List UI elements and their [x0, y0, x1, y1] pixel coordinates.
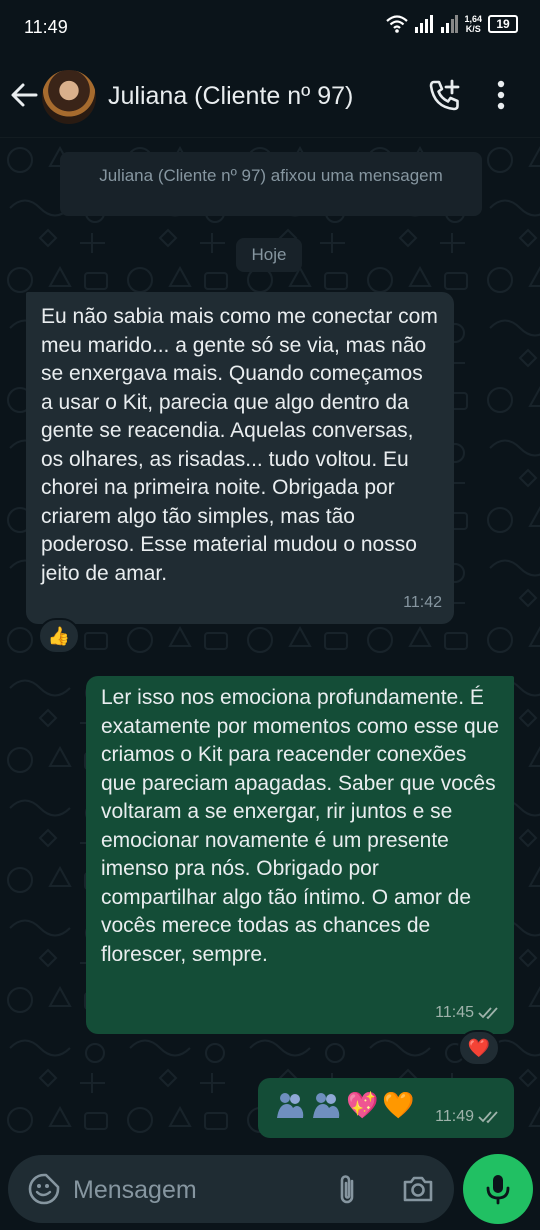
message-time: 11:49: [435, 1107, 474, 1125]
pinned-system-message: Juliana (Cliente nº 97) afixou uma mensa…: [60, 152, 482, 216]
heart-icon: ❤️: [467, 1037, 491, 1058]
thumbs-up-icon: 👍: [47, 625, 71, 646]
vertical-dots-icon: [497, 80, 505, 110]
status-time: 11:49: [24, 17, 68, 37]
more-options-button[interactable]: [496, 80, 506, 115]
paperclip-icon: [340, 1175, 354, 1204]
battery-indicator: 19: [488, 15, 518, 33]
add-call-button[interactable]: [428, 78, 462, 117]
date-chip: Hoje: [236, 238, 302, 272]
composer-bar: Mensagem: [0, 1152, 540, 1230]
emoji-button[interactable]: [28, 1173, 60, 1210]
voice-message-button[interactable]: [463, 1154, 533, 1224]
outgoing-message[interactable]: Ler isso nos emociona profundamente. É e…: [86, 676, 514, 1034]
outgoing-emoji-message[interactable]: 💖 🧡 11:49: [258, 1078, 514, 1138]
message-text: Ler isso nos emociona profundamente. É e…: [101, 686, 500, 966]
speed-unit: K/S: [465, 24, 481, 34]
message-text: Eu não sabia mais como me conectar com m…: [41, 305, 438, 585]
reaction-badge[interactable]: ❤️: [458, 1030, 500, 1066]
chat-header: Juliana (Cliente nº 97): [0, 56, 540, 138]
orange-heart-icon: 🧡: [382, 1089, 415, 1120]
network-speed: 1,64 K/S: [464, 14, 482, 34]
contact-name[interactable]: Juliana (Cliente nº 97): [108, 82, 353, 111]
signal-icon-2: [441, 15, 459, 33]
avatar[interactable]: [42, 70, 96, 124]
sparkling-heart-icon: 💖: [346, 1089, 379, 1120]
double-check-icon: [478, 1111, 498, 1124]
message-time: 11:45: [435, 1003, 474, 1021]
speed-value: 1,64: [464, 14, 482, 24]
signal-icon: [415, 15, 434, 33]
camera-button[interactable]: [402, 1175, 434, 1208]
message-meta: 11:42: [403, 589, 442, 618]
attach-button[interactable]: [334, 1173, 362, 1212]
sticker-smiley-icon: [28, 1173, 60, 1205]
chat-area[interactable]: Juliana (Cliente nº 97) afixou uma mensa…: [0, 138, 540, 1152]
message-meta: 11:45: [435, 999, 502, 1028]
wifi-icon: [386, 15, 409, 33]
message-input[interactable]: Mensagem: [8, 1155, 454, 1223]
arrow-left-icon: [11, 83, 38, 107]
double-check-icon: [478, 1007, 498, 1020]
reaction-badge[interactable]: 👍: [38, 618, 80, 654]
back-button[interactable]: [10, 82, 38, 113]
message-placeholder: Mensagem: [73, 1176, 197, 1204]
message-meta: 11:49: [435, 1103, 502, 1132]
microphone-icon: [486, 1175, 510, 1205]
people-hugging-icon: [277, 1093, 304, 1118]
status-icons: 1,64 K/S 19: [386, 14, 518, 34]
people-hugging-icon: [313, 1093, 340, 1118]
status-bar: 11:49 1,64 K/S 19: [0, 0, 540, 56]
incoming-message[interactable]: Eu não sabia mais como me conectar com m…: [26, 292, 454, 624]
phone-plus-icon: [429, 79, 460, 111]
message-time: 11:42: [403, 593, 442, 611]
camera-icon: [403, 1176, 433, 1202]
